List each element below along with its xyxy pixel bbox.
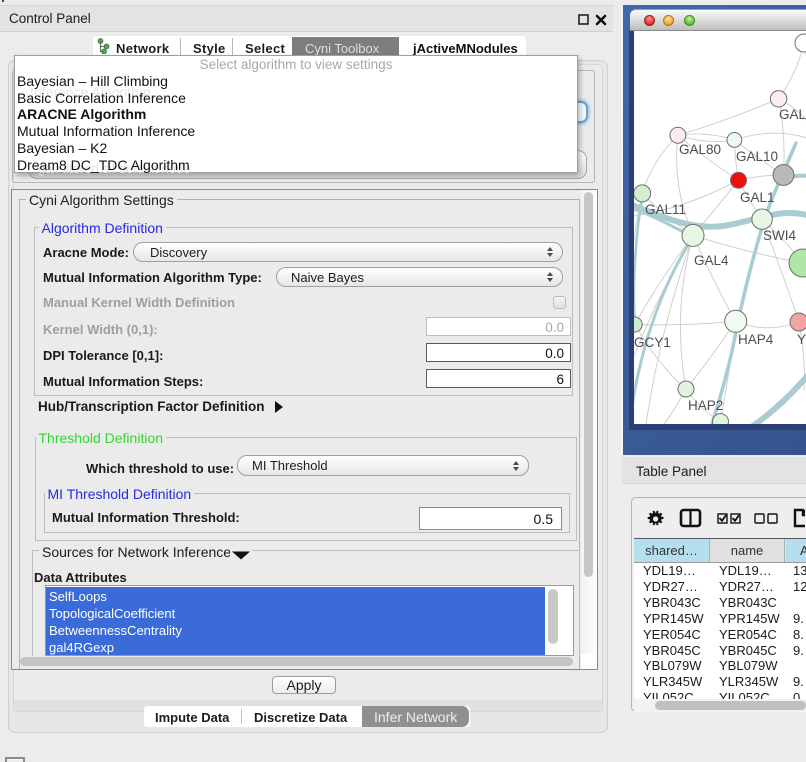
svg-text:GCY1: GCY1	[634, 335, 671, 350]
svg-text:GAL4: GAL4	[694, 253, 729, 268]
svg-text:GAL80: GAL80	[679, 142, 721, 157]
svg-text:HAP2: HAP2	[688, 398, 723, 413]
svg-text:GAL11: GAL11	[645, 202, 686, 217]
svg-text:SWI4: SWI4	[763, 228, 796, 243]
svg-text:HAP4: HAP4	[738, 332, 774, 347]
svg-text:GAL10: GAL10	[736, 149, 778, 164]
svg-text:YJ: YJ	[797, 332, 806, 347]
svg-text:GAL1: GAL1	[740, 190, 775, 205]
svg-text:GAL7: GAL7	[779, 107, 806, 122]
